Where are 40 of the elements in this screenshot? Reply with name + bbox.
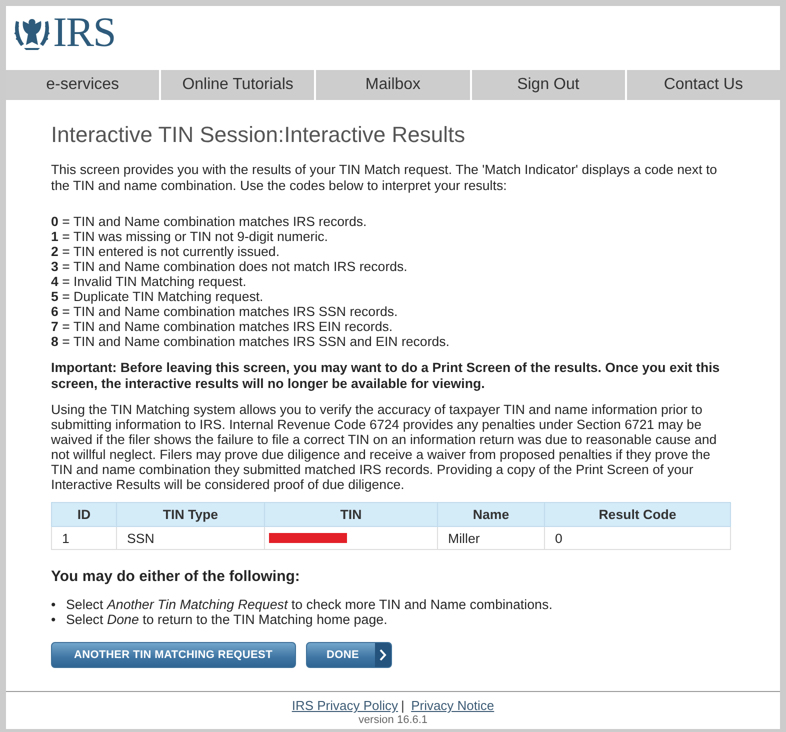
code-description: 0 = TIN and Name combination matches IRS records. (51, 214, 368, 229)
nav-link[interactable]: Online Tutorials (161, 70, 314, 100)
intro-text: This screen provides you with the results of your TIN Match request. The 'Match Indicator' displays a code next to the TIN and name combination. Use the codes below to interpret your results: (51, 162, 718, 194)
important-notice: Important: Before leaving this screen, you may want to do a Print Screen of the results. Once you exit this screen, the interactive results will no longer be available for viewing. (51, 360, 721, 392)
nav-link[interactable]: e-services (6, 70, 160, 100)
table-cell: SSN (116, 526, 264, 550)
code-description: 7 = TIN and Name combination matches IRS EIN records. (51, 319, 394, 334)
nav-link[interactable]: Contact Us (626, 70, 780, 100)
table-cell: Miller (438, 526, 544, 550)
column-header: Name (438, 502, 544, 526)
code-description: 5 = Duplicate TIN Matching request. (51, 289, 264, 304)
column-header: Result Code (544, 502, 730, 526)
code-description: 3 = TIN and Name combination does not match IRS records. (51, 259, 408, 274)
table-cell: 0 (544, 526, 730, 550)
code-description: 6 = TIN and Name combination matches IRS SSN records. (51, 304, 399, 319)
code-description: 2 = TIN entered is not currently issued. (51, 244, 281, 259)
code-description: 1 = TIN was missing or TIN not 9-digit numeric. (51, 229, 330, 244)
version-text: version 16.6.1 (357, 714, 429, 726)
code-description: 8 = TIN and Name combination matches IRS SSN and EIN records. (51, 334, 450, 349)
chevron-icon (375, 643, 392, 667)
request-button[interactable]: ANOTHER TIN MATCHING REQUEST (51, 642, 296, 668)
option-item: Select Done to return to the TIN Matching home page. (66, 612, 388, 627)
done-button[interactable]: DONE (306, 642, 392, 668)
option-item: Select Another Tin Matching Request to check more TIN and Name combinations. (66, 597, 552, 612)
code-description: 4 = Invalid TIN Matching request. (51, 274, 248, 289)
column-header: TIN Type (116, 502, 264, 526)
options-heading: You may do either of the following: (51, 568, 301, 586)
footer-link[interactable]: Privacy Notice (411, 698, 494, 713)
nav-link[interactable]: Mailbox (316, 70, 470, 100)
nav-link[interactable]: Sign Out (472, 70, 625, 100)
column-header: ID (52, 502, 116, 526)
list-bullet: • (51, 597, 57, 612)
footer-link[interactable]: IRS Privacy Policy (292, 698, 398, 713)
table-cell: 1 (52, 526, 116, 550)
column-header: TIN (264, 502, 438, 526)
link-separator: | (401, 698, 404, 713)
logo-text: IRS (53, 13, 116, 53)
list-bullet: • (51, 612, 57, 627)
info-text: Using the TIN Matching system allows you to verify the accuracy of taxpayer TIN and name information prior to submitting information to IRS. Internal Revenue Code 6724 provides any penalties under Section 6721 may be waived if the filer shows the failure to file a correct TIN on an information return was due to reasonable cause and not willful neglect. Filers may prove due diligence and receive a waiver from proposed penalties if they prove the TIN and name combination they submitted matched IRS records. Providing a copy of the Print Screen of your Interactive Results will be considered proof of due diligence. (51, 402, 718, 492)
page-title: Interactive TIN Session:Interactive Results (51, 122, 466, 148)
